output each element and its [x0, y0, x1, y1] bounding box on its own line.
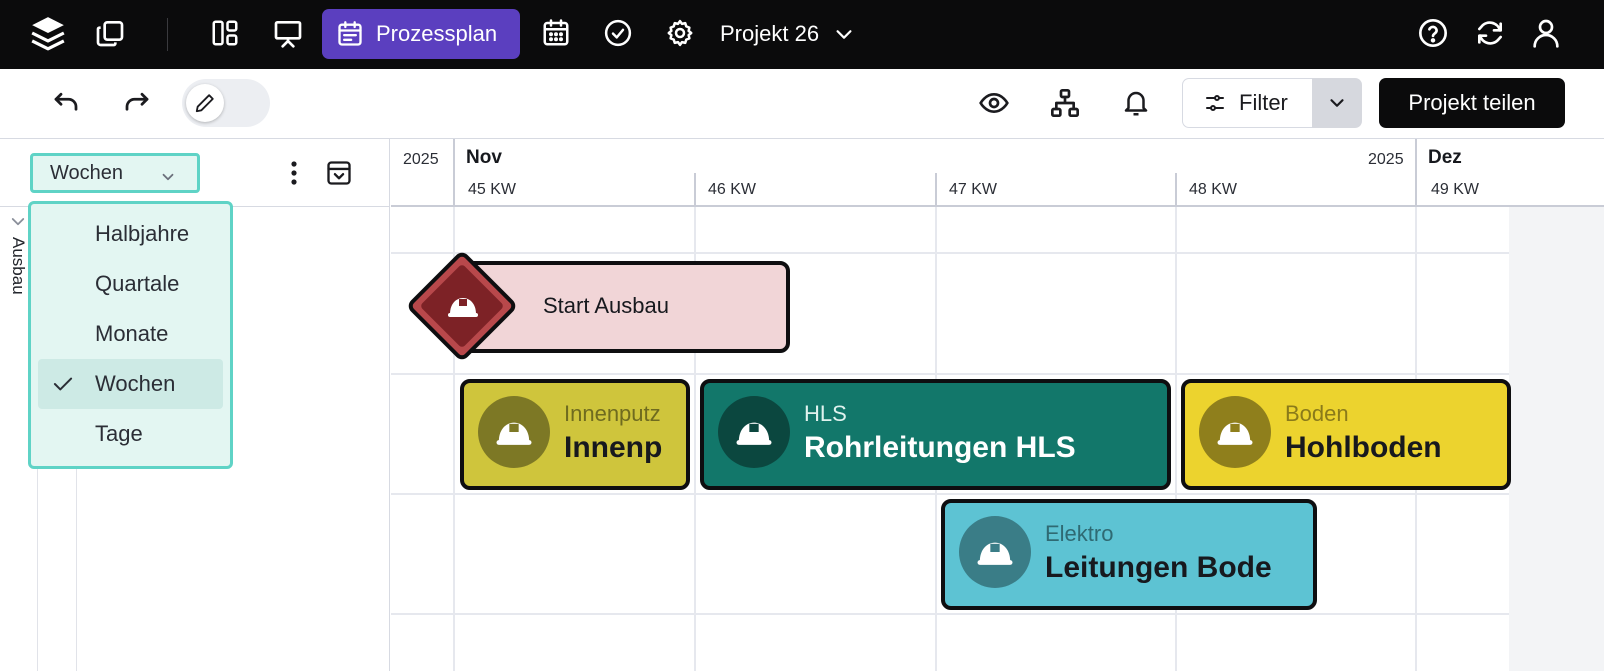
- filter-label: Filter: [1239, 90, 1288, 115]
- task-card-boden[interactable]: Boden Hohlboden: [1181, 379, 1511, 490]
- option-label: Monate: [95, 321, 169, 346]
- user-icon[interactable]: [1526, 13, 1566, 53]
- option-label: Quartale: [95, 271, 180, 296]
- hard-hat-icon: [446, 289, 480, 323]
- chevron-down-icon: [836, 30, 852, 39]
- more-options-icon[interactable]: [282, 155, 306, 191]
- pencil-icon: [186, 84, 224, 122]
- undo-icon[interactable]: [44, 81, 88, 125]
- hard-hat-icon: [959, 516, 1031, 588]
- dashboard-icon[interactable]: [205, 13, 245, 53]
- tab-prozessplan-label: Prozessplan: [376, 21, 498, 46]
- week-label: 46 KW: [708, 181, 757, 198]
- grid-line: [391, 613, 1509, 615]
- week-label: 48 KW: [1189, 181, 1238, 198]
- chevron-down-icon: [11, 218, 25, 226]
- project-switcher[interactable]: Projekt 26: [720, 14, 855, 54]
- task-card-elektro[interactable]: Elektro Leitungen Bode: [941, 499, 1317, 610]
- task-category: Elektro: [1045, 521, 1114, 546]
- top-navigation-bar: Prozessplan Projekt 26: [0, 0, 1604, 69]
- grid-line: [391, 493, 1509, 495]
- month-label: Dez: [1428, 147, 1462, 168]
- month-label: Nov: [466, 147, 502, 168]
- time-scale-dropdown: Halbjahre Quartale Monate Wochen Tage: [28, 201, 233, 469]
- week-divider: [1175, 173, 1177, 207]
- redo-icon[interactable]: [115, 81, 159, 125]
- month-divider: [453, 139, 455, 207]
- option-label: Wochen: [95, 371, 176, 396]
- option-label: Tage: [95, 421, 143, 446]
- toolbar: Filter Projekt teilen: [0, 69, 1604, 139]
- hard-hat-icon: [478, 396, 550, 468]
- hard-hat-icon: [718, 396, 790, 468]
- share-project-button[interactable]: Projekt teilen: [1379, 78, 1565, 128]
- milestone-label: Start Ausbau: [543, 293, 669, 318]
- help-icon[interactable]: [1413, 13, 1453, 53]
- calendar-icon[interactable]: [536, 13, 576, 53]
- week-label: 49 KW: [1431, 181, 1480, 198]
- week-divider: [935, 173, 937, 207]
- presentation-icon[interactable]: [268, 13, 308, 53]
- time-scale-value: Wochen: [50, 161, 124, 184]
- grid-line: [391, 252, 1509, 254]
- tab-prozessplan[interactable]: Prozessplan: [322, 9, 520, 59]
- hard-hat-icon: [1199, 396, 1271, 468]
- dropdown-option-quartale[interactable]: Quartale: [38, 259, 223, 309]
- task-category: Boden: [1285, 401, 1349, 426]
- calendar-list-icon: [338, 21, 362, 46]
- week-label: 47 KW: [949, 181, 998, 198]
- copy-icon[interactable]: [90, 13, 130, 53]
- timeline-scroll-area: [1509, 207, 1604, 671]
- refresh-icon[interactable]: [1470, 13, 1510, 53]
- year-label: 2025: [1368, 151, 1404, 168]
- week-label: 45 KW: [468, 181, 517, 198]
- task-card-innenputz[interactable]: Innenputz Innenp: [460, 379, 690, 490]
- checkmark-icon: [53, 377, 73, 391]
- task-name: Hohlboden: [1285, 431, 1442, 464]
- hierarchy-icon[interactable]: [1043, 81, 1087, 125]
- dropdown-option-monate[interactable]: Monate: [38, 309, 223, 359]
- eye-icon[interactable]: [972, 81, 1016, 125]
- task-name: Innenp: [564, 431, 663, 464]
- year-label: 2025: [403, 151, 439, 168]
- grid-line: [391, 373, 1509, 375]
- dropdown-option-halbjahre[interactable]: Halbjahre: [38, 209, 223, 259]
- chevron-down-icon: [1330, 99, 1344, 107]
- gear-icon[interactable]: [660, 13, 700, 53]
- layers-logo-icon[interactable]: [28, 13, 68, 53]
- task-name: Leitungen Bode: [1045, 551, 1272, 584]
- task-name: Rohrleitungen HLS: [804, 431, 1076, 464]
- divider: [167, 18, 168, 51]
- edit-mode-toggle[interactable]: [182, 79, 270, 127]
- month-divider: [1415, 139, 1417, 207]
- left-panel-header: Wochen: [0, 139, 390, 207]
- timeline-header: 2025 Nov 2025 Dez 45 KW 46 KW 47 KW 48 K…: [391, 139, 1604, 207]
- group-label: Ausbau: [9, 237, 28, 295]
- task-category: HLS: [804, 401, 847, 426]
- chevron-down-icon: [162, 173, 174, 181]
- week-divider: [694, 173, 696, 207]
- check-circle-icon[interactable]: [598, 13, 638, 53]
- collapse-all-icon[interactable]: [322, 155, 356, 191]
- bell-icon[interactable]: [1114, 81, 1158, 125]
- dropdown-option-wochen[interactable]: Wochen: [38, 359, 223, 409]
- filter-button[interactable]: Filter: [1182, 78, 1312, 128]
- filter-dropdown-toggle[interactable]: [1312, 78, 1362, 128]
- time-scale-select[interactable]: Wochen: [30, 153, 200, 193]
- option-label: Halbjahre: [95, 221, 190, 246]
- dropdown-option-tage[interactable]: Tage: [38, 409, 223, 459]
- task-category: Innenputz: [564, 401, 661, 426]
- project-name: Projekt 26: [720, 21, 820, 46]
- sliders-icon: [1206, 95, 1224, 111]
- task-card-hls[interactable]: HLS Rohrleitungen HLS: [700, 379, 1171, 490]
